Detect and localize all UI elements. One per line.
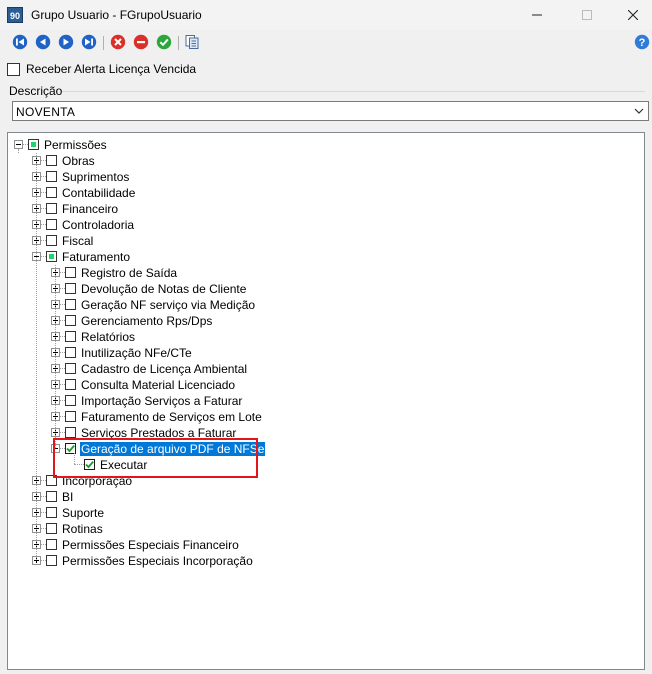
tree-node-l1[interactable]: BI bbox=[61, 490, 74, 504]
tree-node-checkbox[interactable] bbox=[46, 203, 57, 214]
app-icon: 90 bbox=[7, 7, 23, 23]
tree-node-l2[interactable]: Devolução de Notas de Cliente bbox=[80, 282, 247, 296]
last-record-icon[interactable] bbox=[81, 34, 97, 50]
toolbar: ? bbox=[0, 30, 652, 54]
toolbar-separator bbox=[103, 36, 104, 50]
tree-node-checkbox[interactable] bbox=[46, 251, 57, 262]
tree-connector-line bbox=[18, 149, 19, 153]
tree-node-checkbox[interactable] bbox=[28, 139, 39, 150]
minimize-icon bbox=[532, 14, 542, 16]
tree-node-l1[interactable]: Obras bbox=[61, 154, 96, 168]
tree-node-checkbox[interactable] bbox=[65, 395, 76, 406]
tree-node-l2[interactable]: Importação Serviços a Faturar bbox=[80, 394, 243, 408]
tree-node-l2[interactable]: Faturamento de Serviços em Lote bbox=[80, 410, 263, 424]
tree-node-l2[interactable]: Geração NF serviço via Medição bbox=[80, 298, 256, 312]
collapse-icon[interactable] bbox=[14, 140, 23, 149]
confirm-icon[interactable] bbox=[156, 34, 172, 50]
tree-node-l1[interactable]: Fiscal bbox=[61, 234, 94, 248]
description-value: NOVENTA bbox=[16, 105, 76, 119]
window-title: Grupo Usuario - FGrupoUsuario bbox=[31, 8, 202, 22]
highlight-box bbox=[53, 438, 258, 478]
tree-node-checkbox[interactable] bbox=[65, 379, 76, 390]
delete-icon[interactable] bbox=[133, 34, 149, 50]
tree-node-checkbox[interactable] bbox=[65, 363, 76, 374]
tree-node-l1[interactable]: Permissões Especiais Incorporação bbox=[61, 554, 254, 568]
tree-node-l2[interactable]: Consulta Material Licenciado bbox=[80, 378, 236, 392]
tree-node-l2[interactable]: Relatórios bbox=[80, 330, 136, 344]
tree-node-l1[interactable]: Rotinas bbox=[61, 522, 104, 536]
copy-icon[interactable] bbox=[184, 34, 200, 50]
tree-node-checkbox[interactable] bbox=[65, 315, 76, 326]
tree-node-checkbox[interactable] bbox=[46, 539, 57, 550]
description-combo[interactable]: NOVENTA bbox=[12, 101, 649, 121]
previous-record-icon[interactable] bbox=[35, 34, 51, 50]
tree-node-permissoes[interactable]: Permissões bbox=[43, 138, 108, 152]
tree-node-l2[interactable]: Gerenciamento Rps/Dps bbox=[80, 314, 213, 328]
svg-text:?: ? bbox=[639, 37, 646, 49]
tree-node-checkbox[interactable] bbox=[46, 155, 57, 166]
tree-node-checkbox[interactable] bbox=[46, 523, 57, 534]
tree-node-faturamento[interactable]: Faturamento bbox=[61, 250, 131, 264]
tree-node-checkbox[interactable] bbox=[65, 331, 76, 342]
minimize-button[interactable] bbox=[514, 0, 560, 30]
next-record-icon[interactable] bbox=[58, 34, 74, 50]
tree-node-checkbox[interactable] bbox=[46, 555, 57, 566]
cancel-icon[interactable] bbox=[110, 34, 126, 50]
tree-connector-line bbox=[55, 265, 56, 448]
description-divider bbox=[62, 91, 645, 92]
title-bar: 90 Grupo Usuario - FGrupoUsuario bbox=[0, 0, 652, 30]
tree-connector-line bbox=[36, 153, 37, 560]
alert-checkbox-row[interactable]: Receber Alerta Licença Vencida bbox=[7, 61, 196, 77]
tree-node-checkbox[interactable] bbox=[65, 267, 76, 278]
description-label: Descrição bbox=[9, 84, 63, 98]
tree-node-checkbox[interactable] bbox=[65, 283, 76, 294]
tree-node-l1[interactable]: Controladoria bbox=[61, 218, 135, 232]
tree-node-l2[interactable]: Inutilização NFe/CTe bbox=[80, 346, 193, 360]
tree-node-checkbox[interactable] bbox=[65, 347, 76, 358]
tree-node-checkbox[interactable] bbox=[46, 171, 57, 182]
tree-node-checkbox[interactable] bbox=[65, 427, 76, 438]
first-record-icon[interactable] bbox=[12, 34, 28, 50]
tree-node-l2[interactable]: Cadastro de Licença Ambiental bbox=[80, 362, 248, 376]
close-icon bbox=[628, 10, 638, 20]
close-button[interactable] bbox=[610, 0, 652, 30]
tree-node-l1[interactable]: Financeiro bbox=[61, 202, 119, 216]
maximize-icon bbox=[582, 10, 592, 20]
tree-node-checkbox[interactable] bbox=[46, 235, 57, 246]
tree-node-l1[interactable]: Suprimentos bbox=[61, 170, 130, 184]
tree-node-l1[interactable]: Permissões Especiais Financeiro bbox=[61, 538, 240, 552]
tree-node-checkbox[interactable] bbox=[46, 187, 57, 198]
tree-node-checkbox[interactable] bbox=[46, 491, 57, 502]
tree-node-checkbox[interactable] bbox=[65, 299, 76, 310]
tree-node-checkbox[interactable] bbox=[46, 219, 57, 230]
maximize-button[interactable] bbox=[564, 0, 610, 30]
help-icon[interactable]: ? bbox=[634, 34, 650, 50]
alert-checkbox-label: Receber Alerta Licença Vencida bbox=[26, 62, 197, 76]
tree-node-checkbox[interactable] bbox=[65, 411, 76, 422]
alert-checkbox[interactable] bbox=[7, 62, 20, 76]
chevron-down-icon[interactable] bbox=[634, 106, 644, 116]
tree-node-l1[interactable]: Suporte bbox=[61, 506, 105, 520]
tree-node-l1[interactable]: Contabilidade bbox=[61, 186, 136, 200]
tree-node-l2[interactable]: Registro de Saída bbox=[80, 266, 178, 280]
permissions-tree[interactable]: Permissões Obras Suprimentos Contabilidade F… bbox=[7, 132, 645, 670]
tree-node-checkbox[interactable] bbox=[46, 507, 57, 518]
toolbar-separator bbox=[178, 36, 179, 50]
